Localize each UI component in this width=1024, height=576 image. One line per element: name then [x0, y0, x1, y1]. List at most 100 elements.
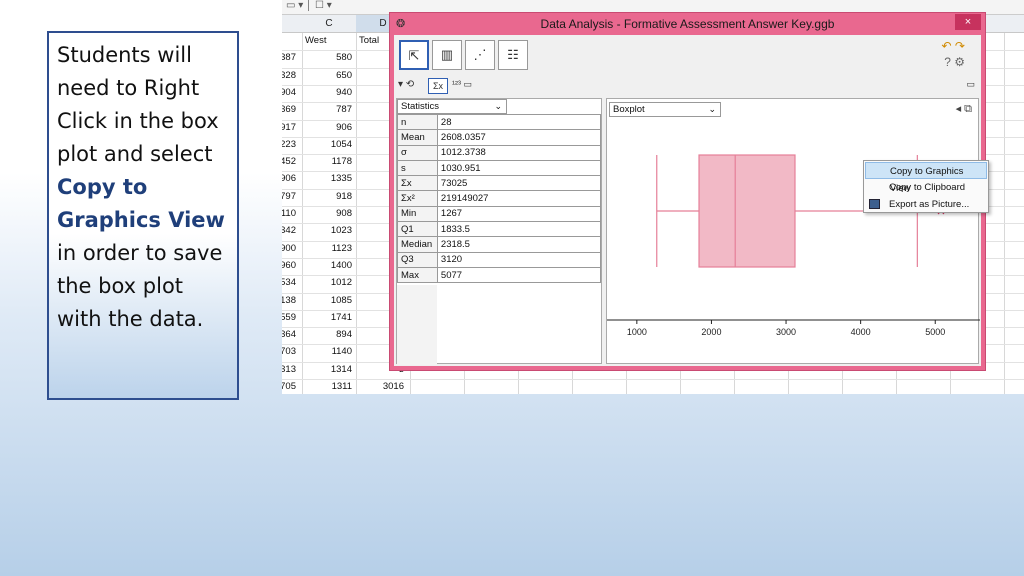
stat-label: Q3	[397, 251, 438, 268]
close-button[interactable]: ×	[955, 14, 981, 30]
stat-value: 1833.5	[436, 221, 602, 238]
table-cell[interactable]: 703	[282, 346, 296, 357]
table-cell[interactable]: 1140	[302, 346, 352, 357]
instruction-highlight: Copy to Graphics View	[57, 175, 225, 232]
view-menu-icon[interactable]: ▾ ⟲	[398, 79, 414, 90]
statistics-panel: Statistics ⌄ n 28 Mean 2608.0357 σ 1012.3738 s…	[396, 98, 602, 365]
table-cell[interactable]: 1012	[302, 277, 352, 288]
table-cell[interactable]: 452	[282, 156, 296, 167]
table-cell[interactable]: 918	[302, 191, 352, 202]
iqr-box	[698, 154, 796, 268]
table-cell[interactable]: 1335	[302, 173, 352, 184]
one-variable-tool-icon[interactable]: ▥	[432, 40, 462, 70]
table-cell[interactable]: 960	[282, 260, 296, 271]
stat-label: Min	[397, 205, 438, 223]
stat-value: 73025	[436, 175, 602, 192]
view-subtoolbar: ▾ ⟲ Σx ¹²³ ▭ ▭	[394, 76, 981, 96]
table-cell[interactable]: 559	[282, 312, 296, 323]
stat-label: s	[397, 159, 438, 177]
table-cell[interactable]: 906	[302, 122, 352, 133]
stat-label: Max	[397, 266, 438, 284]
two-variable-tool-icon[interactable]: ⋰	[465, 40, 495, 70]
boxplot-chart[interactable]: 1000 2000 3000 4000 5000	[607, 99, 980, 365]
menu-item-copy-to-clipboard[interactable]: Copy to Clipboard	[865, 179, 987, 196]
table-cell[interactable]: 917	[282, 122, 296, 133]
table-row: Σx 73025	[397, 175, 602, 192]
statistics-blank-area	[397, 285, 437, 365]
stat-label: Median	[397, 236, 438, 253]
table-cell[interactable]: 364	[282, 329, 296, 340]
stat-label: Σx	[397, 175, 438, 192]
table-cell[interactable]: 223	[282, 139, 296, 150]
cell-header-west[interactable]: West	[302, 35, 352, 46]
table-cell[interactable]: 342	[282, 225, 296, 236]
x-tick-label: 5000	[925, 327, 945, 337]
help-settings-icon[interactable]: ? ⚙	[944, 55, 965, 69]
table-row: σ 1012.3738	[397, 144, 602, 161]
table-cell[interactable]: 797	[282, 191, 296, 202]
statistics-table: n 28 Mean 2608.0357 σ 1012.3738 s 1030.951 Σx 730…	[397, 113, 602, 284]
table-cell[interactable]: 787	[302, 104, 352, 115]
table-cell[interactable]: 328	[282, 70, 296, 81]
table-row: n 28	[397, 113, 602, 131]
statistics-dropdown[interactable]: Statistics ⌄	[397, 99, 507, 114]
table-cell[interactable]: 650	[302, 70, 352, 81]
table-cell[interactable]: 110	[282, 208, 296, 219]
table-row: Σx² 219149027	[397, 190, 602, 207]
table-row: Q3 3120	[397, 251, 602, 268]
menu-item-copy-to-graphics-view[interactable]: Copy to Graphics View	[865, 162, 987, 194]
table-cell[interactable]: 1741	[302, 312, 352, 323]
boxplot-panel[interactable]: Boxplot ⌄ ◂ ⧉ 1000 2000 3000 4000 5000	[606, 98, 980, 365]
stat-value: 5077	[436, 266, 602, 284]
table-cell[interactable]: 1311	[302, 381, 352, 392]
chevron-down-icon: ⌄	[494, 101, 502, 111]
table-cell[interactable]: 906	[282, 173, 296, 184]
stat-label: Q1	[397, 221, 438, 238]
multi-variable-tool-icon[interactable]: ☷	[498, 40, 528, 70]
table-cell[interactable]: 534	[282, 277, 296, 288]
table-cell[interactable]: 580	[302, 52, 352, 63]
table-cell[interactable]: 1400	[302, 260, 352, 271]
stat-value: 3120	[436, 251, 602, 268]
context-menu: Copy to Graphics View Copy to Clipboard …	[863, 160, 989, 213]
table-cell[interactable]: 705	[282, 381, 296, 392]
menu-item-export-label: Export as Picture...	[889, 199, 970, 210]
statistics-dropdown-value: Statistics	[401, 101, 440, 112]
move-tool-icon[interactable]: ⇱	[399, 40, 429, 70]
undock-icon[interactable]: ▭	[966, 79, 975, 90]
stat-value: 28	[436, 113, 602, 131]
statistics-toggle-icon[interactable]: Σx	[428, 78, 448, 94]
table-cell[interactable]: 1314	[302, 364, 352, 375]
stat-label: Mean	[397, 129, 438, 146]
window-titlebar[interactable]: ❂ Data Analysis - Formative Assessment A…	[390, 13, 985, 35]
table-cell[interactable]: 387	[282, 52, 296, 63]
table-cell[interactable]: 138	[282, 295, 296, 306]
stat-label: σ	[397, 144, 438, 161]
table-cell[interactable]: 904	[282, 87, 296, 98]
table-cell[interactable]: 3016	[356, 381, 404, 392]
stat-value: 1267	[436, 205, 602, 223]
instruction-line-1: Students will need to Right Click in the…	[57, 43, 219, 166]
table-cell[interactable]: 313	[282, 364, 296, 375]
x-tick-label: 4000	[851, 327, 871, 337]
x-tick-label: 3000	[776, 327, 796, 337]
data-toggle-icon[interactable]: ¹²³ ▭	[452, 79, 472, 90]
undo-icon[interactable]: ↶ ↷	[942, 39, 965, 53]
table-cell[interactable]: 940	[302, 87, 352, 98]
table-row: Median 2318.5	[397, 236, 602, 253]
menu-item-export-as-picture[interactable]: Export as Picture...	[865, 196, 987, 213]
table-cell[interactable]: 1178	[302, 156, 352, 167]
table-cell[interactable]: 369	[282, 104, 296, 115]
grid-column-line	[1004, 33, 1005, 394]
table-cell[interactable]: 894	[302, 329, 352, 340]
table-cell[interactable]: 1085	[302, 295, 352, 306]
table-cell[interactable]: 1054	[302, 139, 352, 150]
table-cell[interactable]: 900	[282, 243, 296, 254]
stat-label: Σx²	[397, 190, 438, 207]
table-cell[interactable]: 908	[302, 208, 352, 219]
stat-value: 2318.5	[436, 236, 602, 253]
column-c-header[interactable]: C	[302, 18, 356, 29]
table-cell[interactable]: 1023	[302, 225, 352, 236]
table-row: Mean 2608.0357	[397, 129, 602, 146]
table-cell[interactable]: 1123	[302, 243, 352, 254]
